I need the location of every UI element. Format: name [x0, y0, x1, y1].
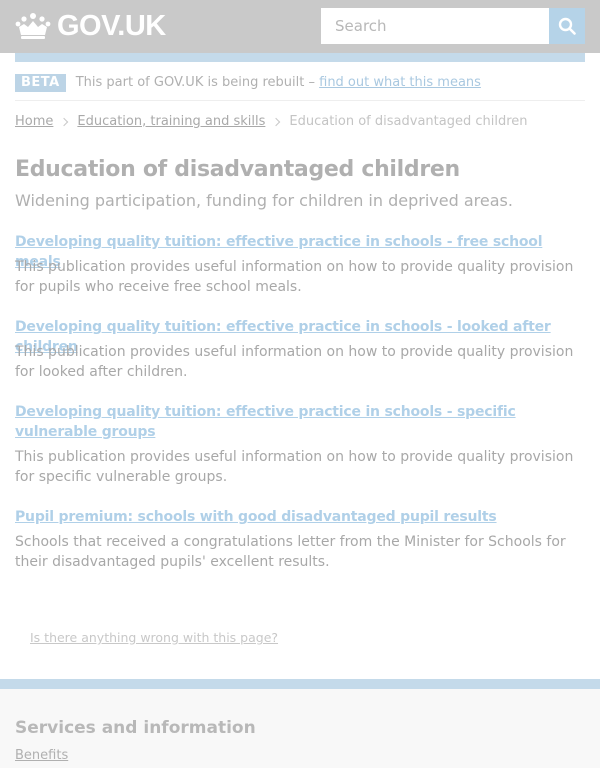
- chevron-right-icon: [60, 117, 69, 127]
- page-title: Education of disadvantaged children: [15, 157, 460, 182]
- breadcrumb-home[interactable]: Home: [15, 114, 53, 129]
- breadcrumb: Home Education, training and skills Educ…: [15, 111, 528, 131]
- phase-banner: BETA This part of GOV.UK is being rebuil…: [15, 70, 585, 101]
- search-icon: [558, 17, 576, 35]
- breadcrumb-section[interactable]: Education, training and skills: [77, 114, 265, 129]
- item-description: This publication provides useful informa…: [15, 344, 574, 380]
- item-title-link[interactable]: Developing quality tuition: effective pr…: [15, 402, 585, 442]
- footer-accent-bar: [0, 679, 600, 689]
- page-subtitle: Widening participation, funding for chil…: [15, 191, 513, 210]
- crown-icon: [15, 13, 51, 39]
- search-input[interactable]: [321, 8, 549, 44]
- footer-link-benefits[interactable]: Benefits: [15, 748, 68, 763]
- phase-banner-message: This part of GOV.UK is being rebuilt –: [75, 75, 315, 90]
- report-problem-link[interactable]: Is there anything wrong with this page?: [30, 630, 278, 645]
- site-header: GOV.UK: [0, 0, 600, 53]
- header-accent-bar: [15, 53, 585, 62]
- logo-text: GOV.UK: [57, 10, 166, 42]
- govuk-logo-link[interactable]: GOV.UK: [15, 10, 166, 42]
- item-description: Schools that received a congratulations …: [15, 534, 566, 570]
- item-title-link[interactable]: Pupil premium: schools with good disadva…: [15, 507, 585, 527]
- beta-tag: BETA: [15, 74, 66, 92]
- phase-banner-link[interactable]: find out what this means: [319, 75, 481, 90]
- item-description: This publication provides useful informa…: [15, 259, 574, 295]
- search-button[interactable]: [549, 8, 585, 44]
- breadcrumb-current: Education of disadvantaged children: [289, 113, 528, 129]
- phase-banner-text: This part of GOV.UK is being rebuilt – f…: [76, 75, 481, 91]
- site-footer: Services and information Benefits: [0, 689, 600, 768]
- chevron-right-icon: [272, 117, 281, 127]
- item-description: This publication provides useful informa…: [15, 449, 574, 485]
- footer-heading: Services and information: [15, 718, 256, 738]
